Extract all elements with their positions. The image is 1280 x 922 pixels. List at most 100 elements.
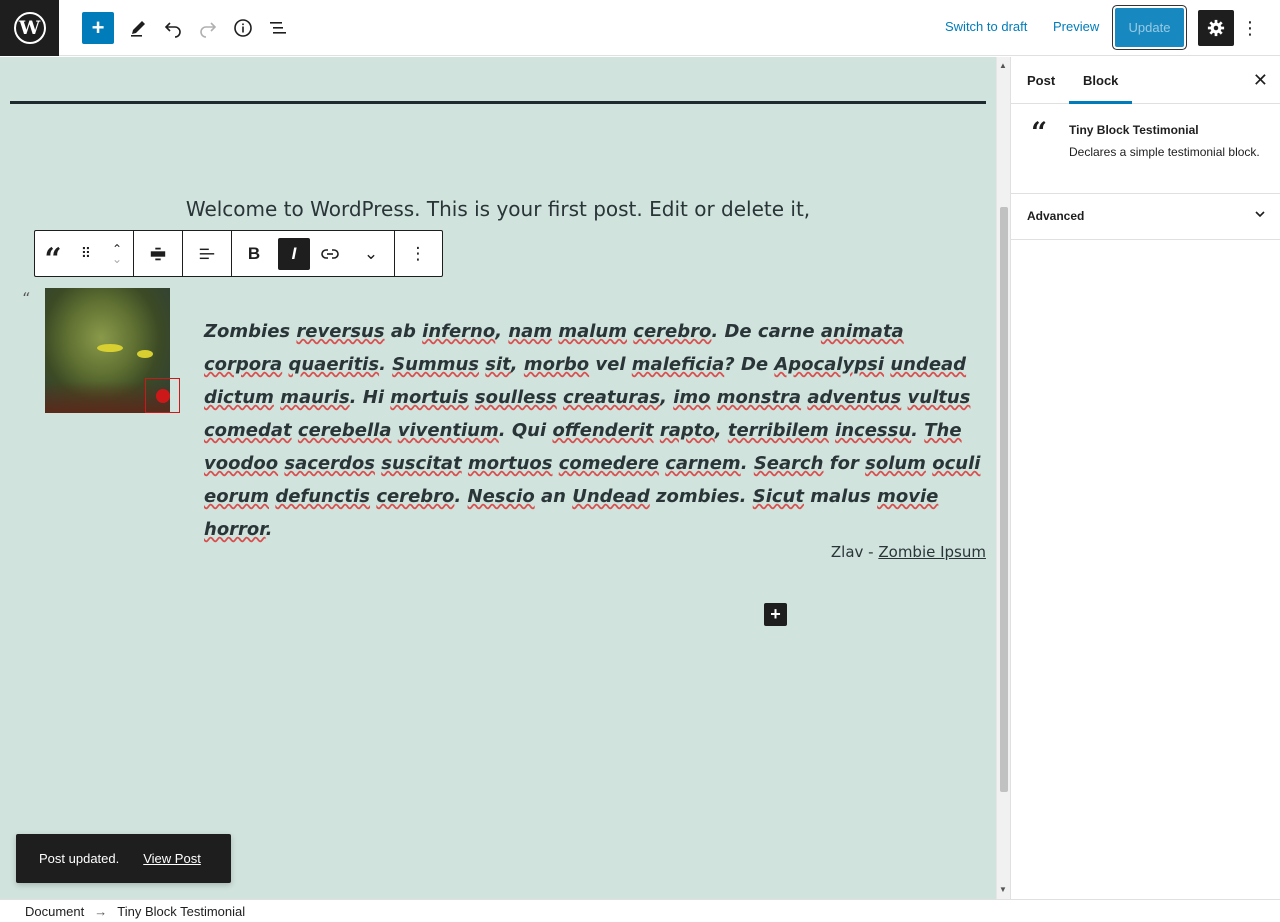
- misspelled-word: movie: [877, 486, 939, 507]
- misspelled-word: cerebro: [633, 321, 712, 342]
- advanced-panel-toggle[interactable]: Advanced: [1011, 194, 1280, 240]
- separator-block[interactable]: [10, 101, 986, 104]
- bold-button[interactable]: B: [232, 231, 276, 276]
- misspelled-word: terribilem: [727, 420, 829, 441]
- tab-block[interactable]: Block: [1069, 57, 1133, 104]
- tab-post[interactable]: Post: [1027, 57, 1055, 104]
- misspelled-word: maleficia: [631, 354, 725, 375]
- error-icon: [155, 388, 170, 403]
- misspelled-word: cerebro: [376, 486, 455, 507]
- misspelled-word: suscitat: [381, 453, 462, 474]
- more-rich-text-button[interactable]: ⌄: [348, 231, 394, 276]
- avatar-eye: [137, 350, 153, 358]
- breadcrumb-document[interactable]: Document: [25, 904, 84, 919]
- add-block-button[interactable]: +: [82, 12, 114, 44]
- testimonial-word: vel: [589, 354, 632, 375]
- misspelled-word: offenderit: [552, 420, 654, 441]
- misspelled-word: mortuos: [467, 453, 553, 474]
- close-icon[interactable]: ✕: [1253, 70, 1268, 91]
- scrollbar-thumb[interactable]: [1000, 207, 1008, 792]
- misspelled-word: cerebella: [297, 420, 392, 441]
- scroll-up-arrow[interactable]: ▲: [999, 61, 1007, 70]
- align-icon: [150, 247, 166, 260]
- welcome-paragraph[interactable]: Welcome to WordPress. This is your first…: [0, 197, 996, 221]
- wordpress-logo-button[interactable]: W: [0, 0, 59, 56]
- misspelled-word: carnem: [665, 453, 741, 474]
- misspelled-word: vultus: [907, 387, 971, 408]
- undo-icon[interactable]: [157, 12, 189, 44]
- testimonial-word: .: [911, 420, 925, 441]
- list-view-icon[interactable]: [262, 12, 294, 44]
- block-options-button[interactable]: ⋮: [395, 231, 441, 276]
- misspelled-word: corpora: [204, 354, 283, 375]
- testimonial-word: . Hi: [349, 387, 391, 408]
- editor-canvas[interactable]: Welcome to WordPress. This is your first…: [0, 57, 996, 899]
- misspelled-word: mortuis: [390, 387, 469, 408]
- testimonial-word: Zombies: [204, 321, 297, 342]
- misspelled-word: nam: [508, 321, 553, 342]
- update-button[interactable]: Update: [1115, 8, 1184, 47]
- quote-block-icon[interactable]: “: [35, 231, 71, 276]
- misspelled-word: reversus: [296, 321, 385, 342]
- switch-to-draft-button[interactable]: Switch to draft: [945, 19, 1027, 34]
- testimonial-word: for: [823, 453, 866, 474]
- misspelled-word: eorum: [204, 486, 270, 507]
- canvas-scrollbar[interactable]: ▲ ▼: [996, 57, 1010, 899]
- testimonial-word: .: [265, 519, 273, 540]
- block-toolbar: “ ⠿ ⌃ ⌄ B I ⌄ ⋮: [34, 230, 443, 277]
- wordpress-logo-icon: W: [13, 12, 46, 44]
- misspelled-word: oculi: [932, 453, 981, 474]
- link-button[interactable]: [312, 231, 348, 276]
- misspelled-word: Apocalypsi: [774, 354, 885, 375]
- pencil-icon[interactable]: [122, 12, 154, 44]
- testimonial-text[interactable]: Zombies reversus ab inferno, nam malum c…: [204, 315, 986, 546]
- advanced-label: Advanced: [1027, 209, 1085, 223]
- misspelled-word: imo: [673, 387, 711, 408]
- view-post-link[interactable]: View Post: [143, 851, 201, 866]
- misspelled-word: The: [924, 420, 962, 441]
- settings-sidebar: Post Block ✕ “ Tiny Block Testimonial De…: [1010, 57, 1280, 899]
- text-align-left-icon: [199, 248, 215, 259]
- block-align-button[interactable]: [134, 231, 182, 276]
- testimonial-word: malus: [803, 486, 878, 507]
- misspelled-word: Undead: [572, 486, 650, 507]
- avatar-eye: [97, 344, 123, 352]
- scroll-down-arrow[interactable]: ▼: [999, 885, 1007, 894]
- update-label: Update: [1128, 20, 1171, 35]
- testimonial-word: ,: [495, 321, 509, 342]
- testimonial-word: . Qui: [498, 420, 553, 441]
- preview-button[interactable]: Preview: [1053, 19, 1099, 34]
- testimonial-word: ,: [660, 387, 674, 408]
- settings-button[interactable]: [1198, 10, 1234, 46]
- testimonial-word: zombies.: [649, 486, 753, 507]
- redo-icon[interactable]: [192, 12, 224, 44]
- author-name: Zlav -: [830, 543, 879, 561]
- text-align-button[interactable]: [183, 231, 231, 276]
- misspelled-word: voodoo: [204, 453, 279, 474]
- info-icon[interactable]: [227, 12, 259, 44]
- block-inserter-button[interactable]: +: [764, 603, 787, 626]
- misspelled-word: solum: [865, 453, 926, 474]
- image-error-badge[interactable]: [145, 378, 180, 413]
- italic-button[interactable]: I: [278, 237, 310, 270]
- testimonial-author[interactable]: Zlav - Zombie Ipsum: [620, 543, 986, 561]
- author-link[interactable]: Zombie Ipsum: [878, 543, 986, 561]
- breadcrumb-block[interactable]: Tiny Block Testimonial: [117, 904, 245, 919]
- misspelled-word: malum: [558, 321, 628, 342]
- block-card: “ Tiny Block Testimonial Declares a simp…: [1011, 104, 1280, 194]
- more-options-button[interactable]: ⋮: [1238, 12, 1262, 44]
- chevron-down-icon: [1254, 208, 1266, 223]
- move-down-icon[interactable]: ⌄: [112, 253, 122, 265]
- misspelled-word: creaturas: [563, 387, 661, 408]
- drag-handle-icon[interactable]: ⠿: [71, 231, 101, 276]
- text-align-group: [183, 231, 232, 276]
- testimonial-word: ab: [384, 321, 423, 342]
- testimonial-word: .: [379, 354, 393, 375]
- testimonial-word: . De carne: [711, 321, 821, 342]
- misspelled-word: defunctis: [275, 486, 371, 507]
- misspelled-word: inferno: [422, 321, 496, 342]
- misspelled-word: Summus: [392, 354, 479, 375]
- misspelled-word: comedere: [558, 453, 659, 474]
- misspelled-word: quaeritis: [288, 354, 380, 375]
- misspelled-word: Nescio: [467, 486, 535, 507]
